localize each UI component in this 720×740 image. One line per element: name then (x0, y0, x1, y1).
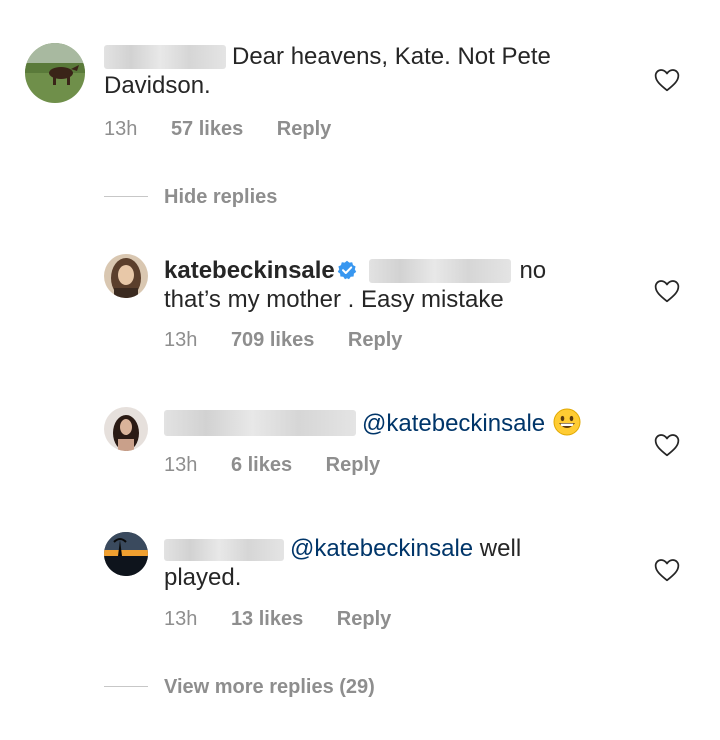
reply-likes[interactable]: 6 likes (231, 454, 292, 476)
heart-outline-icon (654, 434, 680, 457)
avatar-image (104, 407, 148, 451)
comment-time: 13h (104, 118, 138, 140)
view-more-replies-label: View more replies (29) (164, 676, 375, 698)
avatar[interactable] (104, 254, 148, 298)
reply-meta: 13h 13 likes Reply (164, 608, 419, 631)
like-button[interactable] (654, 279, 680, 303)
reply-time: 13h (164, 454, 198, 476)
redacted-username (164, 410, 356, 436)
reply-button[interactable]: Reply (337, 608, 391, 630)
avatar[interactable] (104, 532, 148, 576)
avatar-image (25, 43, 85, 103)
redacted-username (369, 259, 512, 283)
comment-text-line2: Davidson. (104, 72, 211, 99)
avatar[interactable] (25, 43, 85, 103)
reply-text: @katebeckinsale well played. (164, 534, 634, 592)
comment-likes[interactable]: 57 likes (171, 118, 243, 140)
reply-button[interactable]: Reply (277, 118, 331, 140)
reply-time: 13h (164, 329, 198, 351)
reply-likes[interactable]: 13 likes (231, 608, 303, 630)
comment-meta: 13h 57 likes Reply (104, 118, 359, 141)
like-button[interactable] (654, 68, 680, 92)
heart-outline-icon (654, 69, 680, 92)
reply-item: @katebeckinsale 13h 6 likes Reply (0, 395, 720, 495)
comment-text-line1: Dear heavens, Kate. Not Pete (232, 43, 551, 70)
divider-line (104, 196, 148, 197)
reply-item: @katebeckinsale well played. 13h 13 like… (0, 520, 720, 640)
like-button[interactable] (654, 558, 680, 582)
verified-badge-icon (337, 258, 357, 280)
avatar-image (104, 532, 148, 576)
reply-meta: 13h 6 likes Reply (164, 454, 408, 477)
reply-item: katebeckinsale no that’s my mother . Eas… (0, 240, 720, 370)
reply-text-line1-tail: no (519, 257, 547, 284)
reply-button[interactable]: Reply (348, 329, 402, 351)
view-more-replies-toggle[interactable]: View more replies (29) (104, 676, 375, 699)
hide-replies-label: Hide replies (164, 186, 278, 208)
reply-button[interactable]: Reply (326, 454, 380, 476)
mention-link[interactable]: @katebeckinsale (290, 535, 473, 562)
heart-outline-icon (654, 280, 680, 303)
redacted-username (104, 45, 226, 69)
avatar[interactable] (104, 407, 148, 451)
comment-text: Dear heavens, Kate. Not Pete Davidson. (104, 42, 624, 100)
hide-replies-toggle[interactable]: Hide replies (104, 186, 277, 209)
reply-text-line2: that’s my mother . Easy mistake (164, 286, 504, 313)
comment-top-level: Dear heavens, Kate. Not Pete Davidson. 1… (0, 0, 720, 180)
reply-username[interactable]: katebeckinsale (164, 257, 335, 284)
reply-meta: 13h 709 likes Reply (164, 329, 430, 352)
heart-outline-icon (654, 559, 680, 582)
reply-text: katebeckinsale no that’s my mother . Eas… (164, 256, 634, 314)
grinning-face-emoji (553, 408, 581, 436)
reply-text-tail: well (473, 535, 522, 562)
divider-line (104, 686, 148, 687)
like-button[interactable] (654, 433, 680, 457)
avatar-image (104, 254, 148, 298)
reply-likes[interactable]: 709 likes (231, 329, 314, 351)
mention-link[interactable]: @katebeckinsale (362, 410, 545, 437)
reply-text: @katebeckinsale (164, 408, 634, 438)
redacted-username (164, 539, 284, 561)
reply-text-line2: played. (164, 564, 242, 591)
reply-time: 13h (164, 608, 198, 630)
